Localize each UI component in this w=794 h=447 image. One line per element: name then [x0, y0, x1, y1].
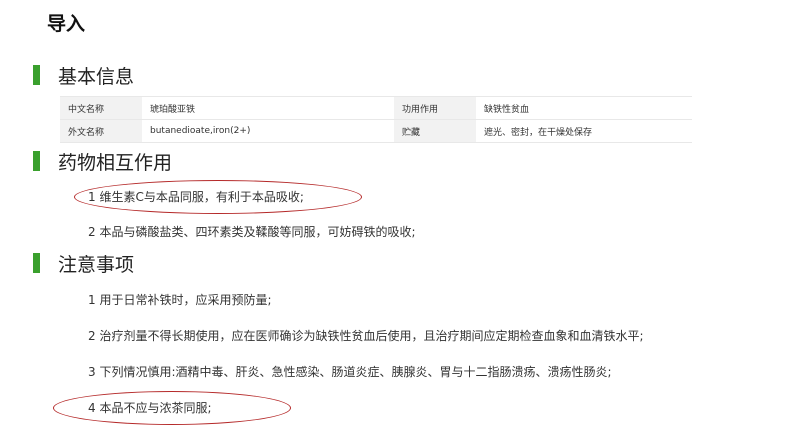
section-marker [33, 151, 40, 171]
list-item: 2 本品与磷酸盐类、四环素类及鞣酸等同服，可妨碍铁的吸收; [88, 225, 416, 239]
section-heading: 药物相互作用 [58, 151, 173, 174]
section-basic-info: 基本信息 [33, 64, 135, 88]
table-cell: 贮藏 [394, 119, 476, 143]
list-item: 1 用于日常补铁时，应采用预防量; [88, 293, 272, 307]
highlight-ellipse [74, 180, 362, 214]
highlight-ellipse [53, 391, 291, 425]
slide-title: 导入 [47, 13, 86, 35]
list-item: 2 治疗剂量不得长期使用，应在医师确诊为缺铁性贫血后使用，且治疗期间应定期检查血… [88, 329, 644, 343]
table-cell: 外文名称 [60, 119, 142, 143]
table-cell: 遮光、密封，在干燥处保存 [476, 119, 692, 143]
section-marker [33, 253, 40, 273]
list-item: 3 下列情况慎用:酒精中毒、肝炎、急性感染、肠道炎症、胰腺炎、胃与十二指肠溃疡、… [88, 365, 612, 379]
table-cell: 琥珀酸亚铁 [142, 96, 394, 120]
table-cell: 中文名称 [60, 96, 142, 120]
section-marker [33, 65, 40, 85]
table-cell: 功用作用 [394, 96, 476, 120]
section-cautions: 注意事项 [33, 252, 135, 276]
table-cell: butanedioate,iron(2+) [142, 119, 394, 143]
info-table: 中文名称 琥珀酸亚铁 功用作用 缺铁性贫血 外文名称 butanedioate,… [60, 96, 692, 143]
section-interactions: 药物相互作用 [33, 150, 173, 174]
table-row: 外文名称 butanedioate,iron(2+) 贮藏 遮光、密封，在干燥处… [60, 119, 692, 143]
table-row: 中文名称 琥珀酸亚铁 功用作用 缺铁性贫血 [60, 96, 692, 120]
table-cell: 缺铁性贫血 [476, 96, 692, 120]
section-heading: 注意事项 [58, 253, 135, 276]
section-heading: 基本信息 [58, 65, 135, 88]
